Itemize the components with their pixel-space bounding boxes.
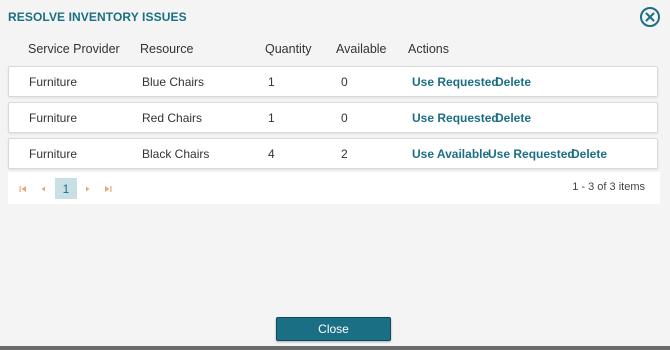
last-page-icon[interactable] bbox=[99, 180, 117, 198]
cell-service-provider: Furniture bbox=[29, 75, 78, 89]
table-row: Furniture Red Chairs 1 0 Use Requested D… bbox=[8, 102, 658, 133]
pagination-bar: 1 1 - 3 of 3 items bbox=[8, 172, 660, 204]
cell-service-provider: Furniture bbox=[29, 147, 78, 161]
cell-available: 2 bbox=[341, 147, 348, 161]
use-requested-link[interactable]: Use Requested bbox=[412, 75, 499, 89]
table-header: Service Provider Resource Quantity Avail… bbox=[8, 42, 658, 58]
pagination-info: 1 - 3 of 3 items bbox=[572, 181, 645, 193]
cell-quantity: 1 bbox=[268, 75, 275, 89]
first-page-icon[interactable] bbox=[14, 180, 32, 198]
cell-quantity: 1 bbox=[268, 111, 275, 125]
cell-available: 0 bbox=[341, 75, 348, 89]
previous-page-icon[interactable] bbox=[34, 180, 52, 198]
dialog-title: RESOLVE INVENTORY ISSUES bbox=[8, 10, 187, 24]
delete-link[interactable]: Delete bbox=[495, 75, 531, 89]
use-available-link[interactable]: Use Available bbox=[412, 147, 489, 161]
delete-link[interactable]: Delete bbox=[495, 111, 531, 125]
cell-quantity: 4 bbox=[268, 147, 275, 161]
column-header-quantity: Quantity bbox=[265, 42, 312, 56]
cell-available: 0 bbox=[341, 111, 348, 125]
use-requested-link[interactable]: Use Requested bbox=[412, 111, 499, 125]
cell-resource: Red Chairs bbox=[142, 111, 203, 125]
use-requested-link[interactable]: Use Requested bbox=[488, 147, 575, 161]
close-button[interactable]: Close bbox=[276, 317, 391, 341]
column-header-resource: Resource bbox=[140, 42, 194, 56]
column-header-actions: Actions bbox=[408, 42, 449, 56]
close-dialog-icon[interactable] bbox=[640, 7, 660, 27]
page-number-button[interactable]: 1 bbox=[55, 178, 77, 199]
cell-resource: Black Chairs bbox=[142, 147, 210, 161]
next-page-icon[interactable] bbox=[79, 180, 97, 198]
cell-resource: Blue Chairs bbox=[142, 75, 205, 89]
delete-link[interactable]: Delete bbox=[571, 147, 607, 161]
x-icon bbox=[645, 12, 655, 22]
column-header-available: Available bbox=[336, 42, 387, 56]
bottom-divider bbox=[0, 346, 670, 350]
column-header-service-provider: Service Provider bbox=[28, 42, 120, 56]
table-row: Furniture Black Chairs 4 2 Use Available… bbox=[8, 138, 658, 169]
table-row: Furniture Blue Chairs 1 0 Use Requested … bbox=[8, 66, 658, 97]
cell-service-provider: Furniture bbox=[29, 111, 78, 125]
